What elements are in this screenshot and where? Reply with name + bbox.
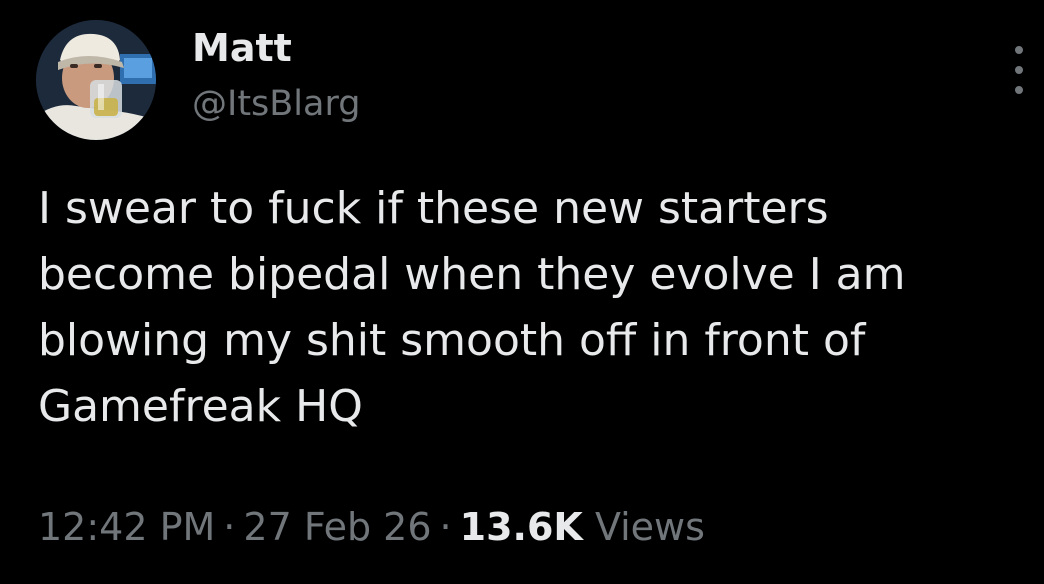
author-handle[interactable]: @ItsBlarg bbox=[192, 82, 360, 126]
views-label: Views bbox=[594, 505, 705, 549]
tweet-line: Gamefreak HQ bbox=[38, 381, 363, 432]
meta-separator: · bbox=[223, 505, 236, 549]
tweet-line: I swear to fuck if these new starters bbox=[38, 183, 829, 234]
meta-separator: · bbox=[439, 505, 452, 549]
more-dot bbox=[1015, 86, 1023, 94]
tweet-meta: 12:42 PM · 27 Feb 26 · 13.6K Views bbox=[38, 502, 705, 552]
tweet-text: I swear to fuck if these new starters be… bbox=[38, 176, 1028, 440]
more-dot bbox=[1015, 46, 1023, 54]
user-avatar-photo bbox=[36, 20, 156, 140]
tweet-line: become bipedal when they evolve I am bbox=[38, 249, 906, 300]
views-count[interactable]: 13.6K bbox=[460, 505, 583, 549]
tweet-time[interactable]: 12:42 PM bbox=[38, 505, 215, 549]
more-dot bbox=[1015, 66, 1023, 74]
more-options-icon[interactable] bbox=[1004, 46, 1034, 94]
author-name[interactable]: Matt bbox=[192, 26, 292, 70]
tweet-date[interactable]: 27 Feb 26 bbox=[243, 505, 431, 549]
tweet-line: blowing my shit smooth off in front of bbox=[38, 315, 866, 366]
avatar[interactable] bbox=[36, 20, 156, 140]
